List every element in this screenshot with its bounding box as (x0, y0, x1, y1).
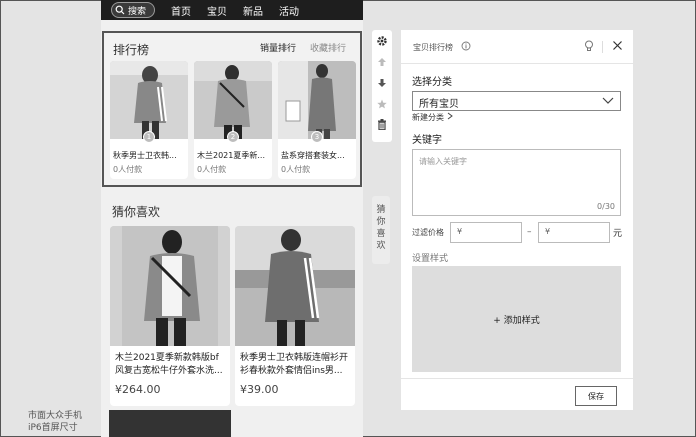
buyer-count: 0人付款 (281, 165, 311, 174)
favorite-button[interactable] (372, 93, 392, 114)
lightbulb-icon[interactable] (584, 40, 594, 52)
product-price: ¥39.00 (240, 383, 279, 396)
product-name: 盐系穿搭套装女... (281, 151, 345, 160)
search-button[interactable]: 搜索 (111, 2, 156, 18)
price-unit: 元 (613, 229, 623, 239)
info-icon[interactable] (461, 41, 471, 51)
guess-like-item[interactable]: 木兰2021夏季新款韩版bf风复古宽松牛仔外套水洗... ¥264.00 (110, 226, 230, 406)
screen-size-note: 市面大众手机 iP6首屏尺寸 (28, 410, 82, 434)
search-icon (115, 5, 125, 15)
ranking-title: 排行榜 (113, 43, 150, 57)
guess-like-title: 猜你喜欢 (112, 205, 161, 219)
min-price-input[interactable]: ¥ (450, 222, 522, 243)
buyer-count: 0人付款 (113, 165, 143, 174)
move-up-button[interactable] (372, 51, 392, 72)
search-label: 搜索 (128, 6, 147, 17)
rank-badge: 2 (227, 131, 239, 143)
add-style-button[interactable]: + 添加样式 (412, 266, 621, 372)
screen-size-note-line1: 市面大众手机 (28, 411, 83, 421)
move-down-button[interactable] (372, 72, 392, 93)
keyword-placeholder: 请输入关键字 (419, 157, 467, 166)
header-divider (602, 41, 603, 53)
buyer-count: 0人付款 (197, 165, 227, 174)
module-toolbar (372, 30, 392, 142)
ranking-module[interactable]: 排行榜 销量排行 收藏排行 1 秋季男士卫衣韩... 0人付款 2 木兰2021… (102, 31, 362, 187)
currency-symbol: ¥ (457, 227, 463, 236)
product-image (194, 61, 272, 139)
settings-panel: 宝贝排行榜 选择分类 所有宝贝 新建分类 关键字 请输入关键字 0/30 过滤价… (401, 30, 633, 410)
save-label: 保存 (588, 391, 604, 401)
price-range-dash: – (527, 227, 532, 237)
price-filter-label: 过滤价格 (412, 228, 444, 237)
product-image (278, 61, 356, 139)
nav-item-products[interactable]: 宝贝 (207, 3, 227, 18)
nav-item-home[interactable]: 首页 (171, 3, 191, 18)
nav-item-new[interactable]: 新品 (243, 3, 263, 18)
new-category-label: 新建分类 (412, 113, 444, 122)
panel-title: 宝贝排行榜 (413, 43, 453, 52)
product-name: 秋季男士卫衣韩版连帽衫开衫春秋款外套情侣ins男... (240, 353, 349, 376)
tab-char: 欢 (376, 241, 386, 251)
currency-symbol: ¥ (545, 227, 551, 236)
keyword-label: 关键字 (412, 135, 442, 146)
ranking-item[interactable]: 3 盐系穿搭套装女... 0人付款 (278, 61, 356, 179)
ranking-item[interactable]: 1 秋季男士卫衣韩... 0人付款 (110, 61, 188, 179)
star-icon (377, 99, 387, 108)
shop-nav-bar: 搜索 首页 宝贝 新品 活动 (101, 0, 363, 20)
settings-button[interactable] (372, 30, 392, 51)
category-select[interactable]: 所有宝贝 (412, 91, 621, 111)
product-image[interactable] (109, 410, 231, 437)
nav-item-events[interactable]: 活动 (279, 3, 299, 18)
product-name: 木兰2021夏季新... (197, 151, 265, 160)
product-image (110, 226, 230, 346)
chevron-right-icon (447, 112, 453, 120)
rank-badge: 3 (311, 131, 323, 143)
tab-char: 猜 (376, 205, 386, 215)
screen-size-note-line2: iP6首屏尺寸 (28, 423, 78, 433)
category-label: 选择分类 (412, 77, 452, 88)
max-price-input[interactable]: ¥ (538, 222, 610, 243)
arrow-up-icon (378, 57, 386, 66)
add-style-label: + 添加样式 (493, 315, 540, 326)
tab-char: 你 (376, 217, 386, 227)
product-name: 秋季男士卫衣韩... (113, 151, 177, 160)
keyword-input[interactable]: 请输入关键字 0/30 (412, 149, 621, 216)
trash-icon (378, 119, 386, 130)
style-label: 设置样式 (412, 254, 449, 264)
footer-divider (401, 378, 633, 379)
tab-char: 喜 (376, 229, 386, 239)
close-icon[interactable] (612, 40, 623, 51)
gear-icon (377, 35, 387, 46)
rank-badge: 1 (143, 131, 155, 143)
product-image (110, 61, 188, 139)
tab-sales-ranking[interactable]: 销量排行 (260, 41, 296, 54)
arrow-down-icon (378, 78, 386, 87)
phone-preview: 搜索 首页 宝贝 新品 活动 排行榜 销量排行 收藏排行 1 秋季男士卫衣韩..… (101, 0, 363, 437)
keyword-char-count: 0/30 (597, 202, 615, 211)
product-image (235, 226, 355, 346)
ranking-item[interactable]: 2 木兰2021夏季新... 0人付款 (194, 61, 272, 179)
guess-like-side-tab[interactable]: 猜 你 喜 欢 (372, 196, 390, 264)
delete-button[interactable] (372, 114, 392, 135)
product-price: ¥264.00 (115, 383, 161, 396)
save-button[interactable]: 保存 (575, 386, 617, 406)
panel-header: 宝贝排行榜 (401, 30, 633, 64)
guess-like-item[interactable]: 秋季男士卫衣韩版连帽衫开衫春秋款外套情侣ins男... ¥39.00 (235, 226, 355, 406)
category-value: 所有宝贝 (419, 99, 459, 110)
tab-favorites-ranking[interactable]: 收藏排行 (310, 41, 346, 54)
chevron-down-icon (602, 97, 614, 104)
product-name: 木兰2021夏季新款韩版bf风复古宽松牛仔外套水洗... (115, 353, 223, 376)
new-category-link[interactable]: 新建分类 (412, 112, 453, 123)
